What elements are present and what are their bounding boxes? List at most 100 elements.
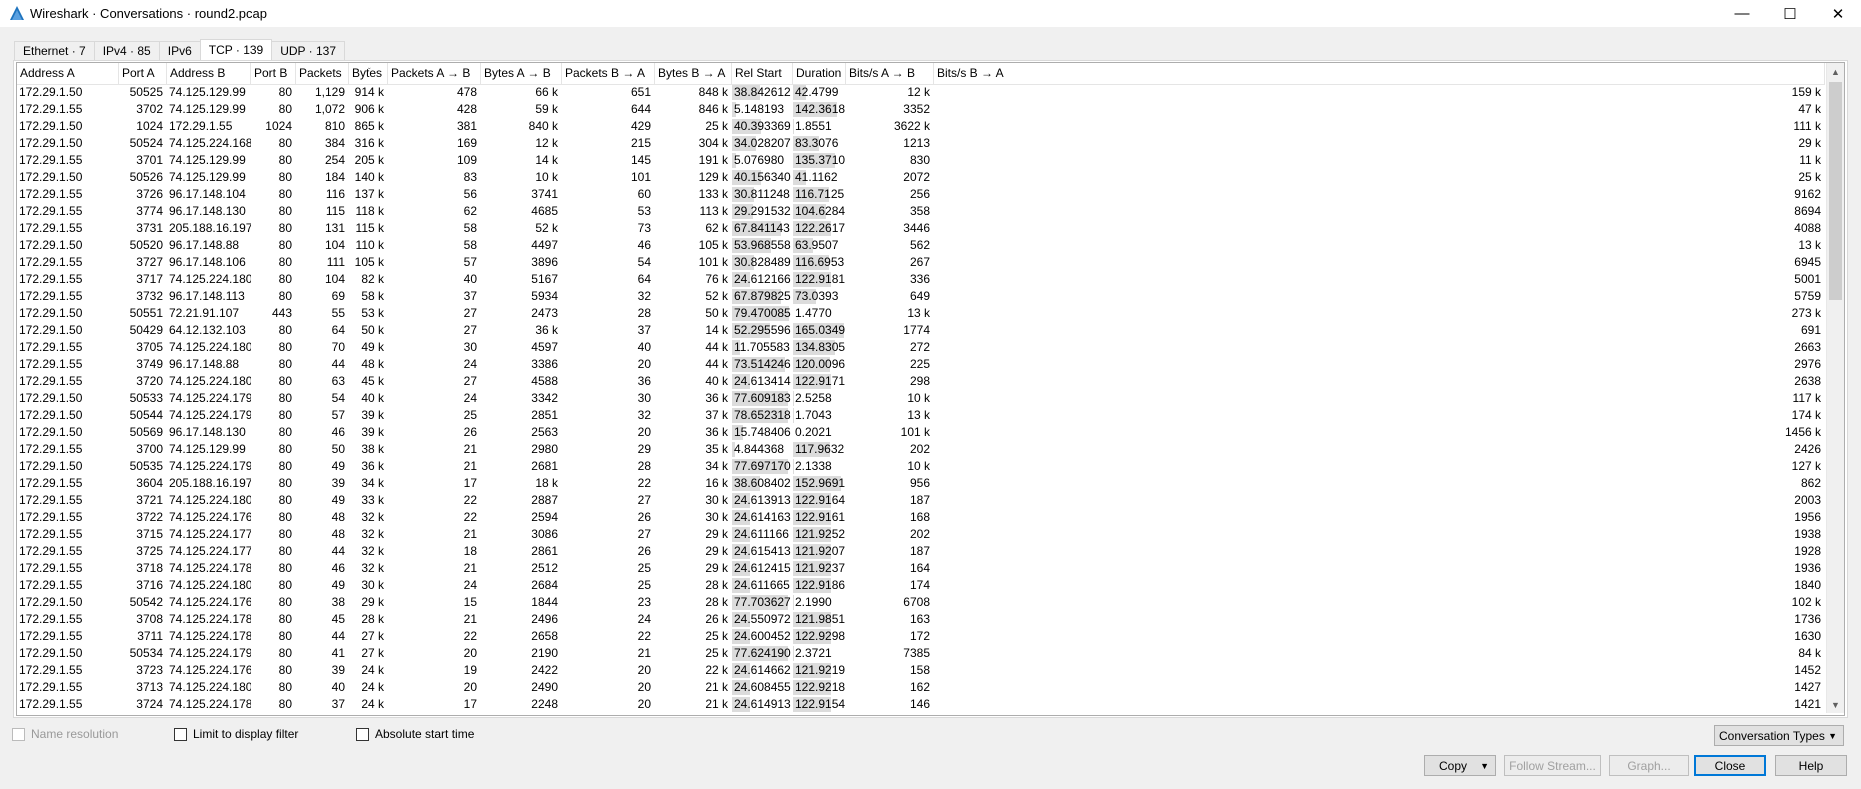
table-row[interactable]: 172.29.1.55 3726 96.17.148.104 80 116 137 k 56… <box>17 186 1825 203</box>
table-row[interactable]: 172.29.1.55 3725 74.125.224.177 80 44 32 k 18 2… <box>17 543 1825 560</box>
table-row[interactable]: 172.29.1.55 3702 74.125.129.99 80 1,072 906 k… <box>17 101 1825 118</box>
table-row[interactable]: 172.29.1.55 3731 205.188.16.197 80 131 115 k 5… <box>17 220 1825 237</box>
checkbox-icon <box>174 727 187 741</box>
minimize-icon[interactable]: — <box>1720 0 1764 27</box>
column-header-rel-start[interactable]: Rel Start <box>732 63 793 84</box>
table-row[interactable]: 172.29.1.55 3701 74.125.129.99 80 254 205 k 10… <box>17 152 1825 169</box>
table-row[interactable]: 172.29.1.50 50524 74.125.224.168 80 384 316 k… <box>17 135 1825 152</box>
tab-udp[interactable]: UDP · 137 <box>271 41 346 60</box>
scrollbar-thumb[interactable] <box>1829 82 1842 300</box>
close-button[interactable]: Close <box>1694 755 1766 776</box>
cell-text: 80 <box>278 357 292 371</box>
column-header-bytes[interactable]: Bytes ˇ <box>349 63 388 84</box>
table-row[interactable]: 172.29.1.55 3717 74.125.224.180 80 104 82 k 40… <box>17 271 1825 288</box>
table-row[interactable]: 172.29.1.50 1024 172.29.1.55 1024 810 865 k 38… <box>17 118 1825 135</box>
column-header-bytes-a-to-b[interactable]: Bytes A → B <box>481 63 562 84</box>
cell-text: 74.125.224.180 <box>169 340 251 354</box>
column-header-address-a[interactable]: Address A <box>17 63 119 84</box>
table-row[interactable]: 172.29.1.55 3700 74.125.129.99 80 50 38 k 21 29… <box>17 441 1825 458</box>
cell-packets-a-to-b: 21 <box>388 611 481 628</box>
conversations-table[interactable]: Address A Port A Address B Port B Packets Byt… <box>16 62 1845 716</box>
cell-bits-b-to-a: 691 <box>934 322 1825 339</box>
table-row[interactable]: 172.29.1.50 50520 96.17.148.88 80 104 110 k 58… <box>17 237 1825 254</box>
cell-packets-b-to-a: 145 <box>562 152 655 169</box>
table-row[interactable]: 172.29.1.55 3722 74.125.224.176 80 48 32 k 22 2… <box>17 509 1825 526</box>
graph-button[interactable]: Graph... <box>1609 755 1689 776</box>
table-row[interactable]: 172.29.1.50 50569 96.17.148.130 80 46 39 k 26 2… <box>17 424 1825 441</box>
cell-bits-a-to-b: 12 k <box>846 84 934 101</box>
tab-ethernet[interactable]: Ethernet · 7 <box>14 41 95 60</box>
cell-text: 172.29.1.55 <box>19 357 83 371</box>
table-row[interactable]: 172.29.1.55 3718 74.125.224.178 80 46 32 k 21 2… <box>17 560 1825 577</box>
table-row[interactable]: 172.29.1.55 3713 74.125.224.180 80 40 24 k 20 2… <box>17 679 1825 696</box>
table-row[interactable]: 172.29.1.50 50542 74.125.224.176 80 38 29 k 15… <box>17 594 1825 611</box>
maximize-icon[interactable]: ☐ <box>1768 0 1812 27</box>
table-row[interactable]: 172.29.1.50 50533 74.125.224.179 80 54 40 k 24… <box>17 390 1825 407</box>
vertical-scrollbar[interactable]: ▲ ▼ <box>1826 63 1844 713</box>
name-resolution-checkbox[interactable]: Name resolution <box>12 727 118 741</box>
column-header-bytes-b-to-a[interactable]: Bytes B → A <box>655 63 732 84</box>
table-row[interactable]: 172.29.1.55 3604 205.188.16.197 80 39 34 k 17 1… <box>17 475 1825 492</box>
column-header-port-b[interactable]: Port B <box>251 63 296 84</box>
table-row[interactable]: 172.29.1.55 3774 96.17.148.130 80 115 118 k 62… <box>17 203 1825 220</box>
table-row[interactable]: 172.29.1.50 50429 64.12.132.103 80 64 50 k 27 3… <box>17 322 1825 339</box>
column-header-address-b[interactable]: Address B <box>167 63 251 84</box>
table-row[interactable]: 172.29.1.50 50535 74.125.224.179 80 49 36 k 21… <box>17 458 1825 475</box>
cell-text: 37 <box>463 289 477 303</box>
cell-duration: 116.6953 <box>793 254 846 271</box>
cell-text: 27 k <box>361 629 384 643</box>
table-row[interactable]: 172.29.1.55 3724 74.125.224.178 80 37 24 k 17 2… <box>17 696 1825 713</box>
cell-text: 25 <box>463 408 477 422</box>
table-row[interactable]: 172.29.1.55 3708 74.125.224.178 80 45 28 k 21 2… <box>17 611 1825 628</box>
column-header-packets[interactable]: Packets <box>296 63 349 84</box>
cell-port-b: 80 <box>251 645 296 662</box>
cell-text: 1938 <box>1794 527 1821 541</box>
table-row[interactable]: 172.29.1.55 3727 96.17.148.106 80 111 105 k 57… <box>17 254 1825 271</box>
scroll-down-icon[interactable]: ▼ <box>1827 696 1844 713</box>
tab-tcp[interactable]: TCP · 139 <box>199 39 273 60</box>
cell-text: 113 k <box>699 204 728 218</box>
table-row[interactable]: 172.29.1.55 3732 96.17.148.113 80 69 58 k 37 59… <box>17 288 1825 305</box>
cell-address-b: 96.17.148.130 <box>167 203 251 220</box>
table-row[interactable]: 172.29.1.55 3721 74.125.224.180 80 49 33 k 22 2… <box>17 492 1825 509</box>
cell-text: 74.125.224.179 <box>169 646 251 660</box>
limit-to-display-filter-checkbox[interactable]: Limit to display filter <box>174 727 298 741</box>
cell-bytes: 33 k <box>349 492 388 509</box>
follow-stream-button[interactable]: Follow Stream... <box>1504 755 1601 776</box>
table-row[interactable]: 172.29.1.50 50526 74.125.129.99 80 184 140 k 8… <box>17 169 1825 186</box>
table-row[interactable]: 172.29.1.55 3749 96.17.148.88 80 44 48 k 24 338… <box>17 356 1825 373</box>
column-header-bits-b-to-a[interactable]: Bits/s B → A <box>934 63 1825 84</box>
table-row[interactable]: 172.29.1.50 50544 74.125.224.179 80 57 39 k 25… <box>17 407 1825 424</box>
close-icon[interactable]: ✕ <box>1816 0 1860 27</box>
column-header-port-a[interactable]: Port A <box>119 63 167 84</box>
cell-bytes: 58 k <box>349 288 388 305</box>
tab-ipv4[interactable]: IPv4 · 85 <box>93 41 160 60</box>
cell-packets: 104 <box>296 271 349 288</box>
cell-text: 1936 <box>1794 561 1821 575</box>
table-row[interactable]: 172.29.1.55 3716 74.125.224.180 80 49 30 k 24 2… <box>17 577 1825 594</box>
column-header-packets-a-to-b[interactable]: Packets A → B <box>388 63 481 84</box>
column-header-bits-a-to-b[interactable]: Bits/s A → B <box>846 63 934 84</box>
table-row[interactable]: 172.29.1.50 50551 72.21.91.107 443 55 53 k 27 2… <box>17 305 1825 322</box>
cell-rel-start: 77.609183 <box>732 390 793 407</box>
column-header-duration[interactable]: Duration <box>793 63 846 84</box>
cell-text: 3352 <box>903 102 930 116</box>
table-row[interactable]: 172.29.1.50 50525 74.125.129.99 80 1,129 914 … <box>17 84 1825 101</box>
table-row[interactable]: 172.29.1.50 50534 74.125.224.179 80 41 27 k 20… <box>17 645 1825 662</box>
scroll-up-icon[interactable]: ▲ <box>1827 63 1844 80</box>
tab-ipv6[interactable]: IPv6 <box>158 41 201 60</box>
absolute-start-time-checkbox[interactable]: Absolute start time <box>356 727 474 741</box>
copy-button[interactable]: Copy ▼ <box>1424 755 1496 776</box>
table-row[interactable]: 172.29.1.55 3723 74.125.224.176 80 39 24 k 19 2… <box>17 662 1825 679</box>
table-row[interactable]: 172.29.1.55 3705 74.125.224.180 80 70 49 k 30 4… <box>17 339 1825 356</box>
conversation-types-button[interactable]: Conversation Types ▼ <box>1714 725 1844 746</box>
cell-packets-b-to-a: 46 <box>562 237 655 254</box>
column-header-packets-b-to-a[interactable]: Packets B → A <box>562 63 655 84</box>
table-row[interactable]: 172.29.1.55 3715 74.125.224.177 80 48 32 k 21 3… <box>17 526 1825 543</box>
cell-text: 80 <box>278 510 292 524</box>
column-header-label: Bytes B → A <box>658 66 726 80</box>
cell-rel-start: 38.842612 <box>732 84 793 101</box>
help-button[interactable]: Help <box>1775 755 1847 776</box>
table-row[interactable]: 172.29.1.55 3720 74.125.224.180 80 63 45 k 27 4… <box>17 373 1825 390</box>
table-row[interactable]: 172.29.1.55 3711 74.125.224.178 80 44 27 k 22 2… <box>17 628 1825 645</box>
